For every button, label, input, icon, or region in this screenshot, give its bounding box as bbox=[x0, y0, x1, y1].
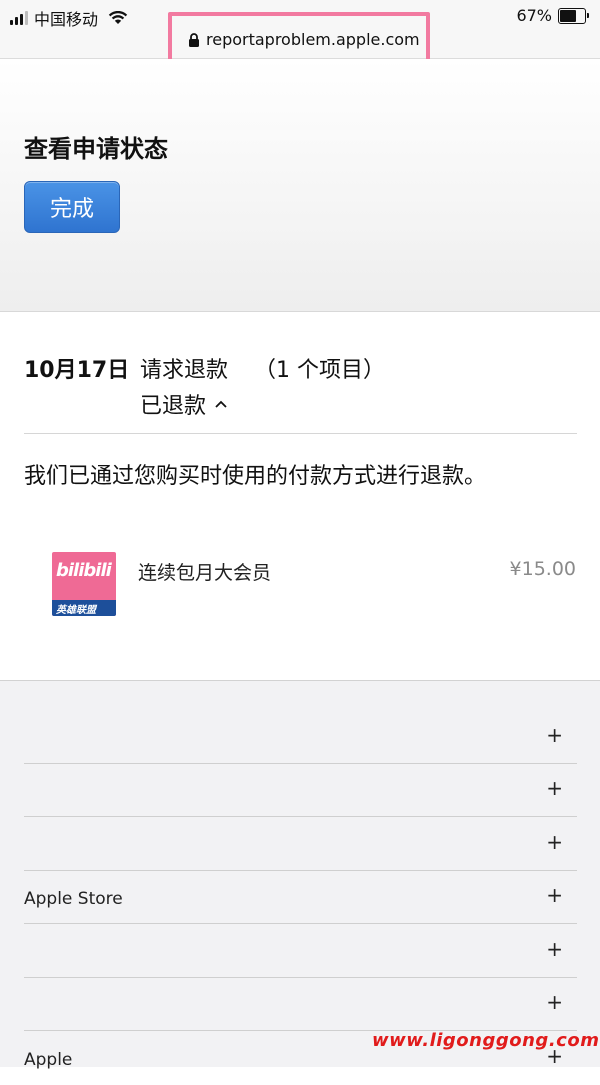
plus-icon[interactable]: + bbox=[546, 883, 563, 907]
plus-icon[interactable]: + bbox=[546, 776, 563, 800]
carrier-name: 中国移动 bbox=[34, 10, 99, 29]
order-section: 10月17日 请求退款 （1 个项目） 已退款 我们已通过您购买时使用的付款方式… bbox=[0, 312, 600, 680]
battery-icon bbox=[558, 7, 589, 24]
cellular-signal-icon bbox=[10, 11, 28, 25]
order-item-count: （1 个项目） bbox=[254, 358, 385, 383]
refund-message: 我们已通过您购买时使用的付款方式进行退款。 bbox=[24, 464, 487, 489]
footer-row-label: Apple Store bbox=[24, 889, 123, 909]
footer-row[interactable]: + bbox=[24, 711, 577, 764]
wifi-icon bbox=[108, 11, 128, 24]
chevron-up-icon bbox=[215, 400, 227, 408]
order-request-type: 请求退款 bbox=[140, 358, 229, 383]
plus-icon[interactable]: + bbox=[546, 723, 563, 747]
divider bbox=[24, 433, 577, 434]
footer-row[interactable]: + bbox=[24, 978, 577, 1031]
page-title: 查看申请状态 bbox=[24, 135, 168, 163]
footer-row[interactable]: + bbox=[24, 818, 577, 871]
page-header: 查看申请状态 完成 bbox=[0, 59, 600, 312]
plus-icon[interactable]: + bbox=[546, 990, 563, 1014]
battery-fill bbox=[560, 9, 577, 22]
plus-icon[interactable]: + bbox=[546, 937, 563, 961]
done-button[interactable]: 完成 bbox=[24, 181, 120, 233]
item-price: ¥15.00 bbox=[509, 558, 576, 580]
footer-row[interactable]: + bbox=[24, 764, 577, 817]
footer-row[interactable]: + bbox=[24, 925, 577, 978]
battery-group: 67% bbox=[516, 6, 589, 25]
order-status-toggle[interactable]: 已退款 bbox=[140, 388, 228, 420]
order-status-label: 已退款 bbox=[140, 394, 207, 419]
watermark: www.ligonggong.com bbox=[372, 1030, 600, 1051]
order-date: 10月17日 bbox=[24, 358, 130, 383]
plus-icon[interactable]: + bbox=[546, 830, 563, 854]
battery-percent: 67% bbox=[516, 6, 552, 25]
footer-row-apple-store[interactable]: Apple Store + bbox=[24, 871, 577, 924]
app-logo-band-text: 英雄联盟S10 bbox=[56, 605, 96, 616]
app-logo-text: bilibili bbox=[56, 560, 112, 581]
footer-links: + + + Apple Store + + + Apple + bbox=[0, 680, 600, 1070]
item-name: 连续包月大会员 bbox=[138, 562, 272, 584]
bilibili-app-icon: bilibili 英雄联盟S10 bbox=[52, 552, 116, 616]
footer-row-label: Apple bbox=[24, 1050, 73, 1070]
app-logo-band: 英雄联盟S10 bbox=[52, 600, 116, 616]
carrier-group: 中国移动 bbox=[10, 6, 128, 30]
